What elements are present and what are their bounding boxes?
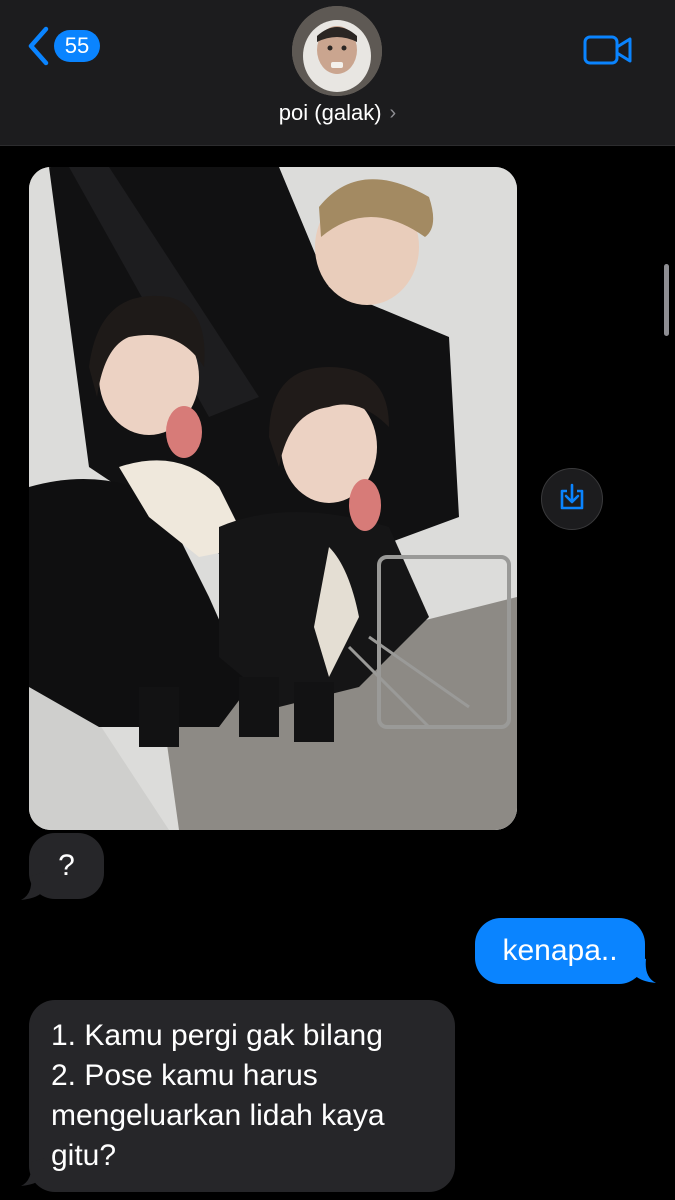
outgoing-message-bubble[interactable]: kenapa.. xyxy=(475,918,645,984)
message-line: mengeluarkan lidah kaya xyxy=(51,1099,385,1132)
back-button[interactable]: 55 xyxy=(26,26,100,66)
message-line: 1. Kamu pergi gak bilang xyxy=(51,1019,383,1052)
save-image-button[interactable] xyxy=(541,468,603,530)
bubble-tail xyxy=(632,955,656,983)
video-call-icon xyxy=(583,35,633,71)
unread-count-badge: 55 xyxy=(54,30,100,62)
contact-name-row[interactable]: poi (galak) › xyxy=(0,100,675,126)
contact-name: poi (galak) xyxy=(278,100,382,125)
photo-message[interactable] xyxy=(29,167,517,830)
message-line: gitu? xyxy=(51,1139,117,1172)
scroll-indicator[interactable] xyxy=(664,264,669,336)
chevron-right-icon: › xyxy=(389,101,397,124)
message-text: ? xyxy=(58,849,75,882)
video-call-button[interactable] xyxy=(583,33,633,72)
incoming-message-bubble[interactable]: 1. Kamu pergi gak bilang 2. Pose kamu ha… xyxy=(29,1000,455,1192)
bubble-tail xyxy=(21,872,45,900)
message-text: kenapa.. xyxy=(502,934,618,967)
bubble-tail xyxy=(21,1158,45,1186)
conversation-header: 55 poi (galak) › xyxy=(0,0,675,146)
chevron-left-icon xyxy=(26,26,52,66)
download-icon xyxy=(557,482,587,517)
avatar[interactable] xyxy=(292,6,382,96)
message-line: 2. Pose kamu harus xyxy=(51,1059,318,1092)
